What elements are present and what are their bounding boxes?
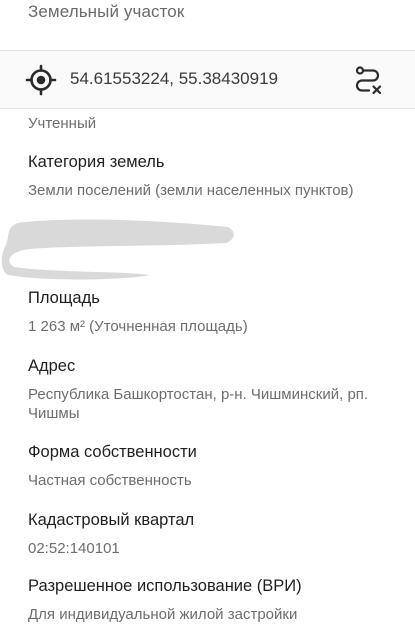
area-value: 1 263 м² (Уточненная площадь)	[28, 318, 248, 335]
usage-label: Разрешенное использование (ВРИ)	[28, 577, 302, 595]
ownership-label: Форма собственности	[28, 443, 197, 461]
address-value: Республика Башкортостан, р-н. Чишминский…	[28, 386, 369, 422]
coordinates-bar: 54.61553224, 55.38430919	[0, 50, 415, 109]
target-icon[interactable]	[25, 64, 57, 96]
status-text: Учтенный	[28, 115, 97, 132]
area-label: Площадь	[28, 289, 100, 307]
usage-value: Для индивидуальной жилой застройки	[28, 606, 298, 623]
address-label: Адрес	[28, 357, 76, 375]
category-label: Категория земель	[28, 153, 165, 171]
cadastral-label: Кадастровый квартал	[28, 511, 195, 529]
redacted-area	[0, 215, 240, 283]
category-value: Земли поселений (земли населенных пункто…	[28, 182, 354, 199]
coordinates-text[interactable]: 54.61553224, 55.38430919	[70, 69, 278, 89]
route-clear-icon[interactable]	[352, 64, 384, 96]
page-title: Земельный участок	[28, 2, 185, 21]
cadastral-value: 02:52:140101	[28, 540, 120, 557]
ownership-value: Частная собственность	[28, 472, 192, 489]
